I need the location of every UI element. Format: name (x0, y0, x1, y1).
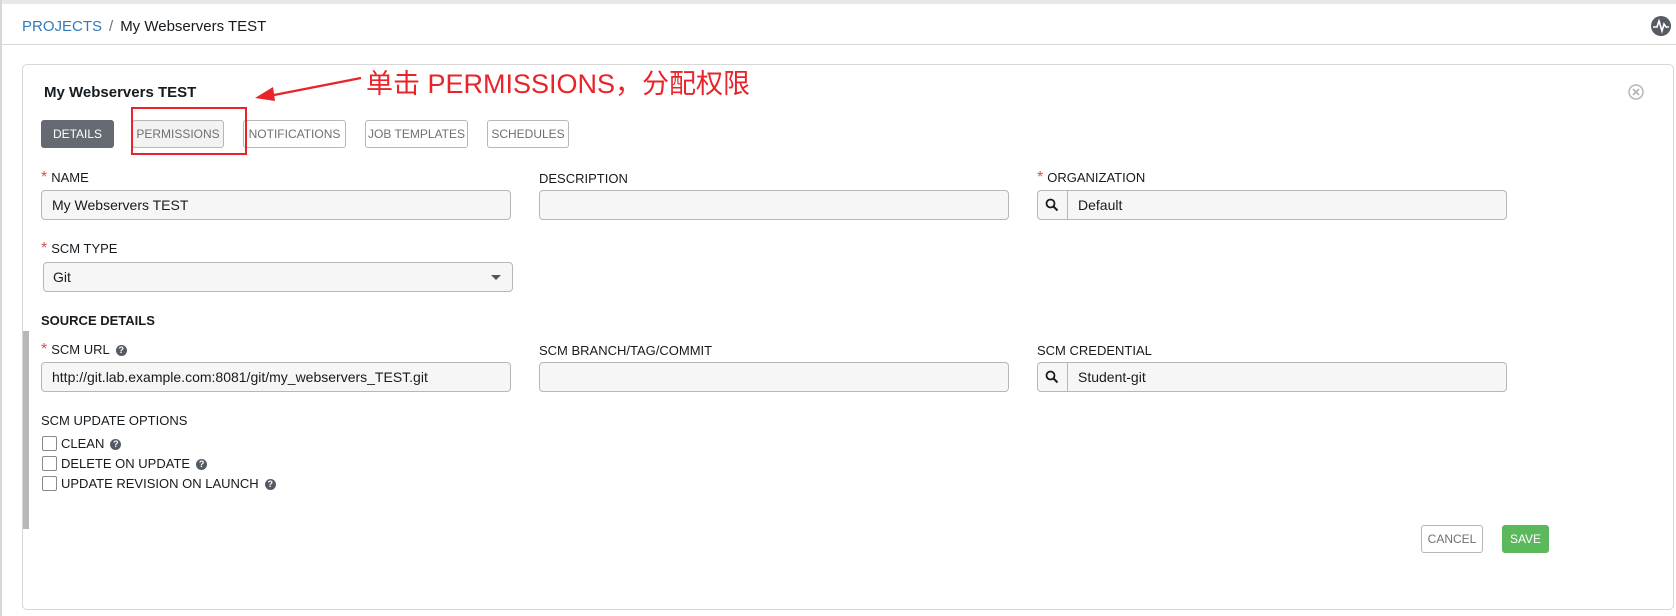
required-marker: * (41, 169, 48, 186)
chevron-down-icon (491, 275, 501, 280)
required-marker: * (41, 341, 48, 358)
source-details-heading: SOURCE DETAILS (41, 313, 155, 328)
clean-option-label: CLEAN (61, 436, 105, 451)
scm-url-label: * SCM URL? (41, 341, 127, 359)
scm-type-value: Git (53, 269, 71, 285)
help-icon[interactable]: ? (196, 459, 208, 470)
scm-credential-label: SCM CREDENTIAL (1037, 343, 1152, 358)
card-title: My Webservers TEST (44, 84, 197, 101)
tab-job-templates[interactable]: JOB TEMPLATES (365, 120, 468, 148)
update-revision-label: UPDATE REVISION ON LAUNCH (61, 476, 259, 491)
breadcrumb-projects-link[interactable]: PROJECTS (22, 18, 102, 35)
clean-checkbox[interactable] (42, 436, 57, 451)
close-circle-icon[interactable] (1627, 83, 1645, 101)
organization-search-button[interactable] (1038, 191, 1068, 219)
delete-on-update-checkbox[interactable] (42, 456, 57, 471)
update-revision-option: UPDATE REVISION ON LAUNCH? (42, 476, 276, 494)
breadcrumb-bar: PROJECTS / My Webservers TEST (2, 4, 1676, 45)
search-icon (1045, 370, 1059, 384)
project-form-card: My Webservers TEST DETAILS PERMISSIONS N… (22, 64, 1674, 610)
name-input[interactable]: My Webservers TEST (41, 190, 511, 220)
breadcrumb: PROJECTS / My Webservers TEST (22, 18, 266, 35)
update-revision-checkbox[interactable] (42, 476, 57, 491)
scm-credential-input[interactable]: Student-git (1078, 363, 1146, 391)
activity-stream-icon[interactable] (1650, 15, 1672, 37)
tab-schedules[interactable]: SCHEDULES (487, 120, 569, 148)
scm-branch-label: SCM BRANCH/TAG/COMMIT (539, 343, 713, 358)
window-left-edge (0, 0, 2, 616)
organization-input[interactable]: Default (1078, 191, 1122, 219)
delete-on-update-option: DELETE ON UPDATE? (42, 456, 208, 474)
delete-on-update-label: DELETE ON UPDATE (61, 456, 191, 471)
scm-update-options-label: SCM UPDATE OPTIONS (41, 413, 188, 428)
scm-credential-lookup: Student-git (1037, 362, 1507, 392)
cancel-button[interactable]: CANCEL (1421, 525, 1483, 553)
description-label: DESCRIPTION (539, 171, 628, 186)
description-input[interactable] (539, 190, 1009, 220)
scm-credential-search-button[interactable] (1038, 363, 1068, 391)
help-icon[interactable]: ? (264, 479, 276, 490)
search-icon (1045, 198, 1059, 212)
help-icon[interactable]: ? (115, 345, 127, 356)
required-marker: * (41, 240, 48, 257)
source-details-side-bar (23, 331, 29, 529)
breadcrumb-separator: / (109, 18, 114, 35)
scm-type-select[interactable]: Git (43, 262, 513, 292)
name-label: * NAME (41, 169, 89, 186)
tab-details[interactable]: DETAILS (41, 120, 114, 148)
clean-option: CLEAN? (42, 436, 122, 454)
required-marker: * (1037, 169, 1044, 186)
annotation-arrow (255, 76, 362, 101)
scm-branch-input[interactable] (539, 362, 1009, 392)
scm-type-label: * SCM TYPE (41, 240, 118, 257)
organization-label: * ORGANIZATION (1037, 169, 1146, 186)
tab-notifications[interactable]: NOTIFICATIONS (243, 120, 346, 148)
scm-url-input[interactable]: http://git.lab.example.com:8081/git/my_w… (41, 362, 511, 392)
annotation-highlight-box (131, 107, 247, 155)
annotation-text: 单击 PERMISSIONS，分配权限 (366, 69, 751, 99)
organization-lookup: Default (1037, 190, 1507, 220)
breadcrumb-current: My Webservers TEST (120, 18, 267, 35)
save-button[interactable]: SAVE (1502, 525, 1549, 553)
help-icon[interactable]: ? (110, 439, 122, 450)
